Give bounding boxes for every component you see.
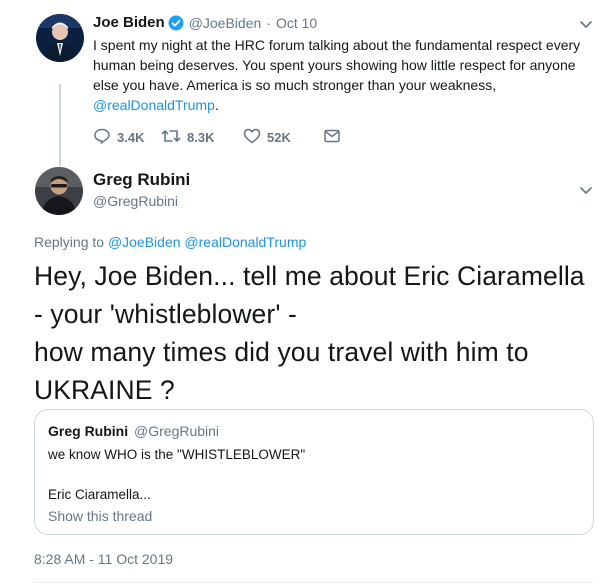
tweet-text: Hey, Joe Biden... tell me about Eric Cia… bbox=[34, 257, 599, 409]
reply-icon bbox=[93, 127, 111, 148]
quoted-text-line: we know WHO is the "WHISTLEBLOWER" bbox=[48, 447, 306, 462]
tweet-text-line: I spent my night at the HRC forum talkin… bbox=[93, 37, 581, 53]
avatar-joe-biden[interactable] bbox=[36, 14, 84, 62]
dm-icon bbox=[323, 127, 341, 148]
mention-suffix: . bbox=[214, 97, 219, 113]
replying-to-label: Replying to bbox=[34, 234, 105, 250]
verified-badge-icon bbox=[168, 15, 184, 31]
tweet-header: Joe Biden @JoeBiden · Oct 10 bbox=[93, 14, 317, 31]
reply-button[interactable]: 3.4K bbox=[93, 127, 161, 148]
author-name[interactable]: Greg Rubini bbox=[93, 170, 190, 190]
quoted-text-line: Eric Ciaramella... bbox=[48, 487, 151, 502]
author-name[interactable]: Joe Biden bbox=[93, 14, 165, 31]
thread-connector bbox=[59, 84, 61, 166]
like-count: 52K bbox=[267, 130, 291, 145]
separator-dot: · bbox=[266, 14, 271, 31]
tweet-text-line: human being deserves. You spent yours sh… bbox=[93, 57, 576, 73]
retweet-icon bbox=[161, 127, 181, 148]
like-icon bbox=[243, 127, 261, 148]
tweet-text-line: how many times did you travel with him t… bbox=[34, 337, 529, 367]
chevron-down-icon[interactable] bbox=[578, 182, 594, 203]
show-thread-link[interactable]: Show this thread bbox=[48, 508, 152, 524]
avatar-greg-rubini[interactable] bbox=[35, 167, 83, 215]
retweet-count: 8.3K bbox=[187, 130, 215, 145]
tweet-text-line: else you have. America is so much strong… bbox=[93, 77, 497, 93]
chevron-down-icon[interactable] bbox=[578, 16, 594, 37]
tweet-date[interactable]: Oct 10 bbox=[276, 15, 317, 31]
direct-message-button[interactable] bbox=[323, 127, 341, 148]
replying-to-mention[interactable]: @realDonaldTrump bbox=[184, 234, 306, 250]
tweet-text-line: - your 'whistleblower' - bbox=[34, 299, 297, 329]
reply-count: 3.4K bbox=[117, 130, 145, 145]
tweet-timestamp[interactable]: 8:28 AM - 11 Oct 2019 bbox=[34, 551, 173, 567]
quoted-tweet-card[interactable]: Greg Rubini @GregRubini we know WHO is t… bbox=[34, 409, 594, 535]
tweet-actions: 3.4K 8.3K 52K bbox=[93, 127, 341, 148]
tweet-text: I spent my night at the HRC forum talkin… bbox=[93, 35, 593, 115]
quoted-author-name: Greg Rubini bbox=[48, 423, 129, 439]
quoted-tweet-header: Greg Rubini @GregRubini bbox=[48, 423, 219, 439]
like-button[interactable]: 52K bbox=[243, 127, 323, 148]
replying-to: Replying to @JoeBiden @realDonaldTrump bbox=[34, 234, 306, 250]
author-handle[interactable]: @GregRubini bbox=[93, 193, 178, 209]
quoted-tweet-text: we know WHO is the "WHISTLEBLOWER" Eric … bbox=[48, 445, 305, 505]
author-handle[interactable]: @JoeBiden bbox=[189, 15, 262, 31]
replying-to-mention[interactable]: @JoeBiden bbox=[108, 234, 181, 250]
divider bbox=[34, 582, 594, 583]
retweet-button[interactable]: 8.3K bbox=[161, 127, 243, 148]
quoted-author-handle: @GregRubini bbox=[134, 423, 220, 439]
mention-link[interactable]: @realDonaldTrump bbox=[93, 97, 215, 113]
tweet-text-line: Hey, Joe Biden... tell me about Eric Cia… bbox=[34, 261, 585, 291]
tweet-text-line: UKRAINE ? bbox=[34, 375, 175, 405]
